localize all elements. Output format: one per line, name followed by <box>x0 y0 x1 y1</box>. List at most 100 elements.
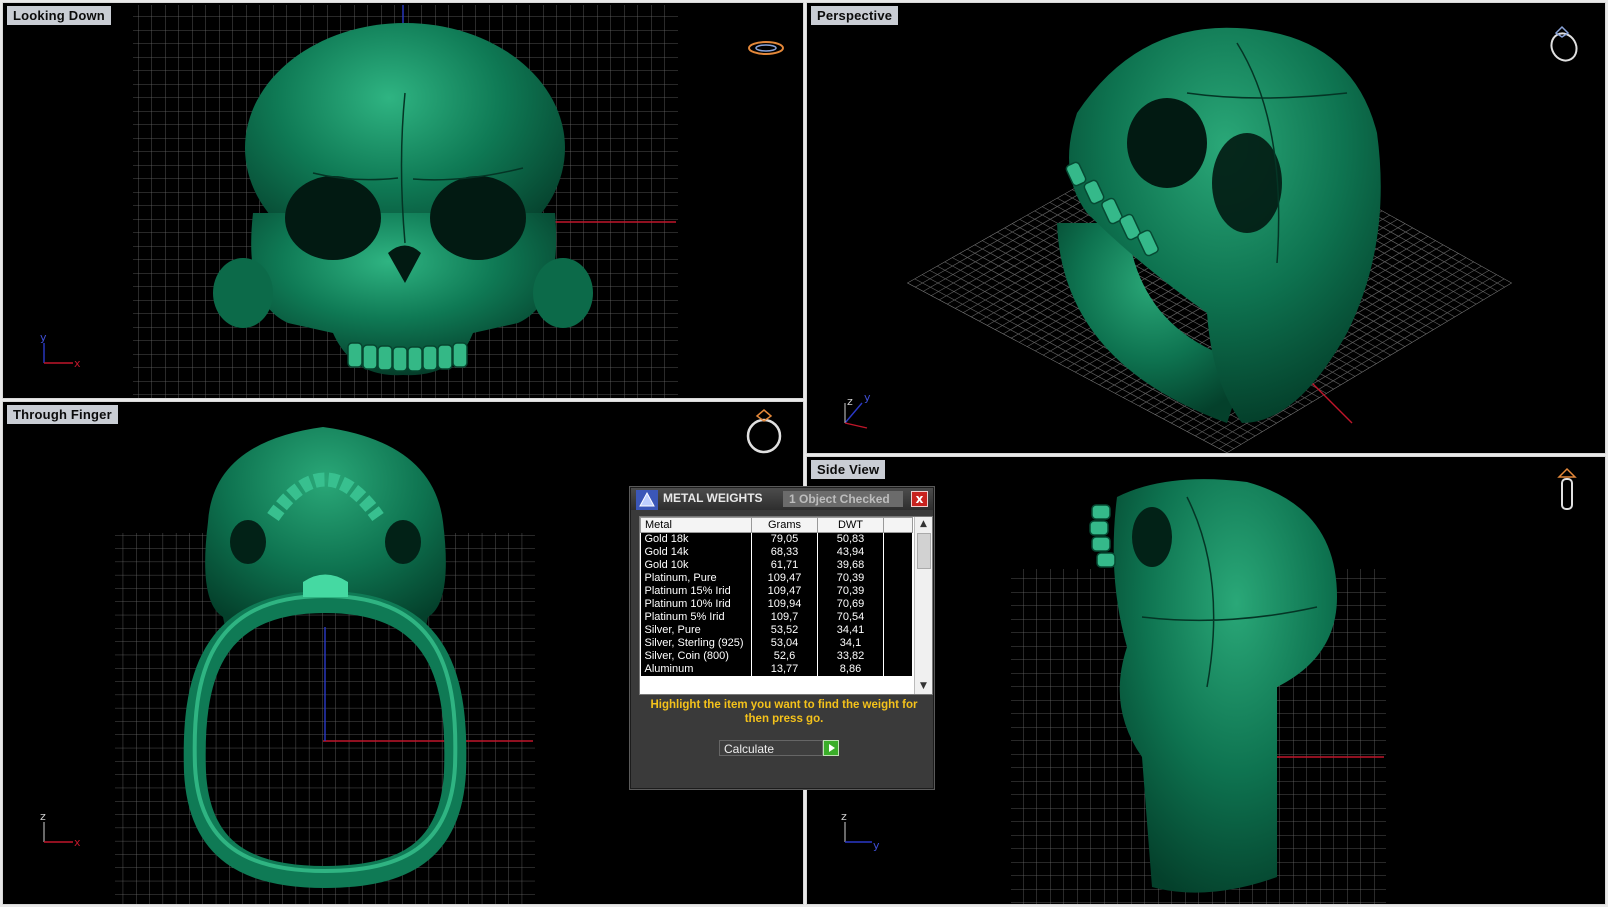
cell-filler <box>883 572 913 585</box>
column-header-grams[interactable]: Grams <box>751 517 818 533</box>
cell-filler <box>883 624 913 637</box>
cell-metal: Aluminum <box>640 663 752 676</box>
svg-text:y: y <box>40 331 47 344</box>
cell-filler <box>883 650 913 663</box>
axis-triad: y x <box>40 331 81 370</box>
cell-grams: 68,33 <box>751 546 818 559</box>
cell-grams: 109,47 <box>751 585 818 598</box>
metal-weights-table[interactable]: Metal Grams DWT Gold 18k 79,05 50,83 Gold 1… <box>639 516 933 695</box>
cell-dwt: 8,86 <box>817 663 884 676</box>
cell-filler <box>883 585 913 598</box>
cell-dwt: 70,39 <box>817 585 884 598</box>
column-header-metal[interactable]: Metal <box>640 517 752 533</box>
scroll-down-icon[interactable]: ▼ <box>917 680 930 693</box>
cell-grams: 109,47 <box>751 572 818 585</box>
scrollbar-thumb[interactable] <box>917 533 931 569</box>
cell-grams: 52,6 <box>751 650 818 663</box>
cell-grams: 53,52 <box>751 624 818 637</box>
close-button[interactable]: x <box>911 491 928 507</box>
cell-dwt: 70,39 <box>817 572 884 585</box>
cell-metal: Silver, Coin (800) <box>640 650 752 663</box>
svg-text:x: x <box>74 836 81 849</box>
cell-grams: 109,94 <box>751 598 818 611</box>
viewport-looking-down-canvas: y x <box>40 5 784 398</box>
cell-dwt: 33,82 <box>817 650 884 663</box>
cell-grams: 53,04 <box>751 637 818 650</box>
scroll-up-icon[interactable]: ▲ <box>917 518 930 531</box>
cell-metal: Silver, Sterling (925) <box>640 637 752 650</box>
table-header-row: Metal Grams DWT <box>640 517 913 533</box>
cell-dwt: 39,68 <box>817 559 884 572</box>
metal-weights-dialog[interactable]: METAL WEIGHTS 1 Object Checked x Metal G… <box>630 487 934 789</box>
viewport-label: Perspective <box>811 6 899 25</box>
table-row[interactable]: Gold 14k 68,33 43,94 <box>640 546 913 559</box>
cell-dwt: 34,41 <box>817 624 884 637</box>
close-icon: x <box>915 492 924 506</box>
axis-triad: z y <box>841 810 880 852</box>
ring-side-icon[interactable] <box>1557 467 1577 510</box>
cell-metal: Gold 18k <box>640 532 752 546</box>
cell-grams: 13,77 <box>751 663 818 676</box>
dialog-titlebar[interactable]: METAL WEIGHTS 1 Object Checked x <box>631 488 933 510</box>
cell-metal: Gold 10k <box>640 559 752 572</box>
svg-text:x: x <box>74 357 81 370</box>
column-header-dwt[interactable]: DWT <box>817 517 884 533</box>
cell-dwt: 34,1 <box>817 637 884 650</box>
cell-grams: 61,71 <box>751 559 818 572</box>
cell-metal: Platinum 10% Irid <box>640 598 752 611</box>
calculate-select[interactable]: Calculate <box>719 740 823 756</box>
table-row[interactable]: Platinum 10% Irid 109,94 70,69 <box>640 598 913 611</box>
instruction-text: Highlight the item you want to find the … <box>650 699 918 725</box>
cell-filler <box>883 611 913 624</box>
svg-text:y: y <box>864 391 871 404</box>
svg-text:z: z <box>841 810 847 823</box>
viewport-perspective[interactable]: z y Perspective <box>806 2 1606 454</box>
cell-filler <box>883 546 913 559</box>
table-scrollbar[interactable]: ▲ ▼ <box>914 517 932 694</box>
ring-top-icon[interactable] <box>748 41 784 55</box>
axis-triad: z x <box>40 810 81 849</box>
table-row[interactable]: Silver, Coin (800) 52,6 33,82 <box>640 650 913 663</box>
cell-filler <box>883 598 913 611</box>
x-axis-line <box>1306 377 1353 424</box>
cell-filler <box>883 559 913 572</box>
cell-filler <box>883 637 913 650</box>
ring-perspective-icon[interactable] <box>1547 25 1582 65</box>
cell-metal: Platinum 5% Irid <box>640 611 752 624</box>
ring-front-icon[interactable] <box>746 409 782 454</box>
dialog-subtitle: 1 Object Checked <box>783 491 903 507</box>
cell-dwt: 70,54 <box>817 611 884 624</box>
svg-text:y: y <box>873 839 880 852</box>
cell-grams: 109,7 <box>751 611 818 624</box>
cell-dwt: 70,69 <box>817 598 884 611</box>
viewport-looking-down[interactable]: y x Looking Down <box>2 2 804 399</box>
cell-filler <box>883 663 913 676</box>
cell-metal: Platinum, Pure <box>640 572 752 585</box>
table-row[interactable]: Gold 18k 79,05 50,83 <box>640 532 913 546</box>
viewport-label: Side View <box>811 460 886 479</box>
go-button[interactable] <box>823 740 839 756</box>
axis-triad: z y <box>844 391 871 429</box>
svg-text:z: z <box>40 810 46 823</box>
cell-metal: Platinum 15% Irid <box>640 585 752 598</box>
table-row[interactable]: Platinum, Pure 109,47 70,39 <box>640 572 913 585</box>
table-row[interactable]: Aluminum 13,77 8,86 <box>640 663 913 676</box>
dialog-title: METAL WEIGHTS <box>663 491 763 505</box>
viewport-perspective-canvas: z y <box>844 25 1582 453</box>
table-row[interactable]: Platinum 5% Irid 109,7 70,54 <box>640 611 913 624</box>
table-row[interactable]: Gold 10k 61,71 39,68 <box>640 559 913 572</box>
cell-grams: 79,05 <box>751 532 818 546</box>
cell-metal: Silver, Pure <box>640 624 752 637</box>
svg-text:z: z <box>847 395 853 408</box>
table-row[interactable]: Platinum 15% Irid 109,47 70,39 <box>640 585 913 598</box>
cell-metal: Gold 14k <box>640 546 752 559</box>
viewport-label: Through Finger <box>7 405 118 424</box>
table-row[interactable]: Silver, Sterling (925) 53,04 34,1 <box>640 637 913 650</box>
cell-dwt: 43,94 <box>817 546 884 559</box>
viewport-label: Looking Down <box>7 6 111 25</box>
cell-dwt: 50,83 <box>817 532 884 546</box>
column-header-filler <box>883 517 913 533</box>
cell-filler <box>883 532 913 546</box>
metal-weights-app-icon <box>636 490 658 510</box>
table-row[interactable]: Silver, Pure 53,52 34,41 <box>640 624 913 637</box>
